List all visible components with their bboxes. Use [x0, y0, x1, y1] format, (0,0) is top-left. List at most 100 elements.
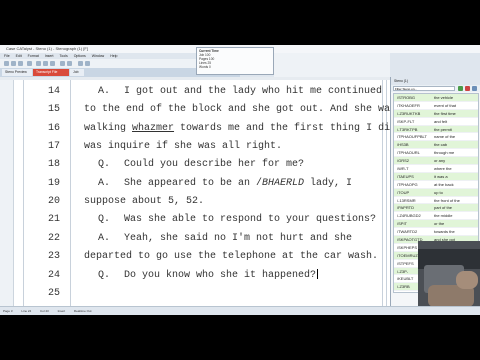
line-text: was inquire if she was all right. [84, 138, 282, 156]
save-icon[interactable] [18, 61, 23, 66]
find-icon[interactable] [78, 61, 83, 66]
steno-row[interactable]: /TKHAOEFR event of that [394, 102, 478, 110]
steno-stroke: /HS3B [397, 142, 409, 148]
transcript-line[interactable]: 24 Q. Do you know who she it happened? [0, 267, 393, 285]
untranslate-steno[interactable]: BHAERLD [262, 178, 304, 189]
transcript-editor[interactable]: 14 A. I got out and the lady who hit me co… [0, 77, 397, 306]
line-content: She appeared to be an / [124, 177, 263, 189]
line-number: 17 [47, 141, 60, 153]
steno-row[interactable]: /-Z3RUKTKB the first time [394, 109, 478, 118]
transcript-line[interactable]: 19 A. She appeared to be an /BHAERLD lady,… [0, 175, 393, 193]
steno-stroke: /SKP-FLT [397, 118, 415, 124]
steno-stroke: /STROBG [397, 95, 416, 100]
menu-item[interactable]: Help [110, 54, 117, 58]
steno-translation: up to [434, 189, 443, 195]
line-content: walking [84, 122, 133, 134]
steno-row[interactable]: /GRS2 or any [394, 157, 478, 166]
line-text: A. I got out and the lady who hit me cont… [98, 83, 382, 101]
steno-row[interactable]: /TAEUPS it was a [394, 172, 478, 181]
steno-translation: it was a [434, 173, 448, 179]
untranslate-word[interactable]: whazmer [132, 123, 174, 134]
transcript-line[interactable]: 17 was inquire if she was all right. [0, 138, 393, 156]
steno-row[interactable]: /TWARTD2 towards the [394, 228, 478, 237]
new-icon[interactable] [4, 61, 9, 66]
steno-stroke: /TWARTD2 [397, 229, 418, 235]
steno-stroke: /-Z3RUKTKB [397, 110, 421, 116]
line-number: 19 [47, 177, 60, 189]
menu-item[interactable]: Edit [16, 54, 22, 58]
open-icon[interactable] [11, 61, 16, 66]
line-text: Q. Do you know who she it happened? [98, 267, 319, 285]
menu-item[interactable]: Options [74, 54, 86, 58]
transcript-line[interactable]: 18 Q. Could you describe her for me? [0, 156, 393, 174]
transcript-line[interactable]: 21 Q. Was she able to respond to your ques… [0, 211, 393, 229]
steno-row[interactable]: /TOUP up to [394, 188, 478, 197]
transcript-line[interactable]: 22 A. Yeah, she said no I'm not hurt and s… [0, 230, 393, 248]
status-col: Col 43 [40, 309, 49, 313]
transcript-line[interactable]: 16 walking whazmer towards me and the fir… [0, 120, 397, 138]
line-content: suppose about 5, 52. [84, 196, 205, 208]
steno-translation: where the [434, 166, 452, 172]
line-number: 20 [47, 196, 60, 208]
line-content: towards me and the first thing I did [174, 122, 397, 134]
transcript-line[interactable]: 15 to the end of the block and she got ou… [0, 101, 396, 119]
steno-stroke: /-13RSMR [397, 197, 416, 203]
menu-item[interactable]: Tools [60, 54, 68, 58]
transcript-line[interactable]: 20 suppose about 5, 52. [0, 193, 393, 211]
menu-item[interactable]: Format [28, 54, 39, 58]
steno-stroke: /TPHAOURL [397, 150, 420, 156]
steno-row[interactable]: /-13RSMR the front of the [394, 197, 478, 205]
steno-filter-input[interactable]: Filter Steno on... [393, 86, 455, 91]
line-content: Was she able to respond to your question… [124, 214, 377, 226]
app-window: Case CATalyst - Steno (1) - Stenograph (… [0, 45, 480, 315]
steno-stroke: /TPHAOUFPBLT [397, 134, 427, 140]
steno-row[interactable]: /HS3B the cab [394, 141, 478, 150]
undo-icon[interactable] [60, 61, 65, 66]
letterbox-bottom [0, 315, 480, 360]
steno-stroke: /TKHAOEFR [397, 102, 420, 108]
play-icon[interactable] [458, 86, 463, 91]
tab-transcript-file[interactable]: Transcript File [33, 69, 69, 76]
copy-icon[interactable] [43, 61, 48, 66]
paste-icon[interactable] [50, 61, 55, 66]
tab-steno-preview[interactable]: Steno Preview [2, 69, 32, 76]
line-number: 22 [47, 232, 60, 244]
info-popup: Current Time Job 100 Pages 100 Lines 25 … [196, 47, 274, 75]
redo-icon[interactable] [67, 61, 72, 66]
spell-check-icon[interactable] [85, 61, 90, 66]
menu-item[interactable]: Insert [45, 54, 54, 58]
steno-row[interactable]: /TPHAOUFPBLT name of the [394, 133, 478, 142]
settings-icon[interactable] [472, 86, 477, 91]
steno-row[interactable]: /TPHAOURL through me [394, 149, 478, 158]
steno-translation: the permit [434, 126, 452, 132]
transcript-line[interactable]: 25 [0, 285, 393, 303]
menu-item[interactable]: Window [92, 54, 104, 58]
line-text: Q. Was she able to respond to your questi… [98, 211, 376, 229]
stop-icon[interactable] [465, 86, 470, 91]
steno-row[interactable]: /WR-T where the [394, 165, 478, 173]
steno-stroke: /TAEUPS [397, 173, 414, 179]
line-content: lady, I [304, 177, 353, 189]
steno-row[interactable]: /SPIT or the [394, 220, 478, 229]
steno-row[interactable]: /SKP-FLT and felt [394, 118, 478, 126]
steno-translation: at the back [434, 181, 454, 187]
steno-row[interactable]: /-T3RKTPB the permit [394, 125, 478, 134]
steno-stroke: /-T3RKTPB [397, 126, 418, 132]
transcript-line[interactable]: 23 departed to go use the telephone at th… [0, 248, 393, 266]
print-icon[interactable] [27, 61, 32, 66]
cut-icon[interactable] [36, 61, 41, 66]
steno-row[interactable]: /PAPRTD part of the [394, 204, 478, 213]
steno-translation: the middle [434, 213, 453, 219]
steno-row[interactable]: /STROBG the vehicle [394, 94, 478, 102]
line-text: to the end of the block and she got out.… [84, 101, 396, 119]
line-text: suppose about 5, 52. [84, 193, 204, 211]
steno-row[interactable]: /-Z4RUBGD2 the middle [394, 212, 478, 221]
webcam-overlay [418, 241, 480, 307]
menu-item[interactable]: File [4, 54, 10, 58]
steno-stroke: /GRS2 [397, 158, 410, 164]
steno-translation: towards the [434, 229, 455, 235]
transcript-line[interactable]: 14 A. I got out and the lady who hit me co… [0, 83, 393, 101]
steno-row[interactable]: /TPHAOPG at the back [394, 181, 478, 189]
line-number: 18 [47, 159, 60, 171]
tab-job[interactable]: Job [70, 69, 84, 76]
